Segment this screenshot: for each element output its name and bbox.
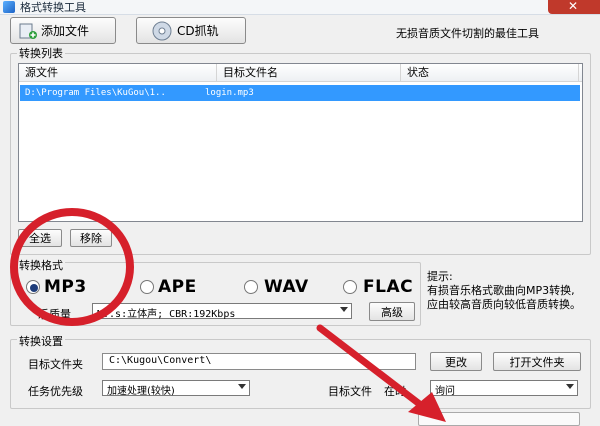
row-source: D:\Program Files\KuGou\1.. xyxy=(25,88,166,98)
radio-selected-dot xyxy=(30,284,38,292)
table-row[interactable]: D:\Program Files\KuGou\1.. login.mp3 xyxy=(20,85,580,101)
priority-value: 加速处理(较快) xyxy=(107,386,175,397)
format-label-wav: WAV xyxy=(264,277,309,297)
app-icon xyxy=(3,1,15,13)
add-file-button[interactable]: 添加文件 xyxy=(10,17,116,44)
add-file-label: 添加文件 xyxy=(41,24,90,38)
quality-value: M..s:立体声; CBR:192Kbps xyxy=(97,309,236,320)
format-radio-wav[interactable]: WAV xyxy=(244,277,334,297)
add-file-icon xyxy=(19,23,37,39)
exists-label-tail: 在时 xyxy=(384,385,406,398)
change-folder-button[interactable]: 更改 xyxy=(430,352,482,371)
target-folder-label: 目标文件夹 xyxy=(28,358,83,371)
settings-group: 转换设置 xyxy=(10,333,591,409)
format-group-title: 转换格式 xyxy=(17,257,65,273)
close-icon: ✕ xyxy=(568,0,579,13)
format-label-mp3: MP3 xyxy=(44,277,87,297)
close-button[interactable]: ✕ xyxy=(548,0,600,14)
settings-group-title: 转换设置 xyxy=(17,333,65,349)
radio-button[interactable] xyxy=(140,280,154,294)
chevron-down-icon xyxy=(566,384,574,389)
list-header: 源文件 目标文件名 状态 xyxy=(19,64,582,82)
window-title: 格式转换工具 xyxy=(20,1,86,14)
priority-label: 任务优先级 xyxy=(28,385,83,398)
format-label-ape: APE xyxy=(158,277,197,297)
select-all-button[interactable]: 全选 xyxy=(18,229,62,247)
format-radio-mp3[interactable]: MP3 xyxy=(26,277,116,297)
column-source[interactable]: 源文件 xyxy=(19,64,217,82)
format-label-flac: FLAC xyxy=(363,277,414,297)
column-status[interactable]: 状态 xyxy=(401,64,579,82)
chevron-down-icon xyxy=(238,384,246,389)
exists-value: 询问 xyxy=(435,386,455,397)
cd-icon xyxy=(152,21,172,41)
target-folder-input[interactable]: C:\Kugou\Convert\ xyxy=(102,353,416,370)
quality-dropdown[interactable]: M..s:立体声; CBR:192Kbps xyxy=(92,303,352,320)
cd-rip-button[interactable]: CD抓轨 xyxy=(136,17,246,44)
file-list[interactable]: 源文件 目标文件名 状态 D:\Program Files\KuGou\1.. … xyxy=(18,63,583,222)
exists-label-head: 目标文件 xyxy=(328,385,372,398)
column-target[interactable]: 目标文件名 xyxy=(217,64,401,82)
radio-button[interactable] xyxy=(26,280,40,294)
radio-button[interactable] xyxy=(343,280,357,294)
chevron-down-icon xyxy=(340,307,348,312)
quality-label: 乐质量 xyxy=(38,308,71,321)
row-target: login.mp3 xyxy=(205,88,254,98)
open-folder-button[interactable]: 打开文件夹 xyxy=(493,352,581,371)
format-radio-ape[interactable]: APE xyxy=(140,277,230,297)
start-convert-button[interactable] xyxy=(418,412,580,426)
remove-button[interactable]: 移除 xyxy=(70,229,112,247)
priority-dropdown[interactable]: 加速处理(较快) xyxy=(102,380,250,397)
target-folder-value: C:\Kugou\Convert\ xyxy=(109,355,212,366)
exists-dropdown[interactable]: 询问 xyxy=(430,380,578,397)
cd-rip-label: CD抓轨 xyxy=(177,24,219,38)
advanced-button[interactable]: 高级 xyxy=(369,302,415,321)
slogan-text: 无损音质文件切割的最佳工具 xyxy=(396,27,539,40)
title-bar: 格式转换工具 ✕ xyxy=(0,0,600,15)
format-radio-flac[interactable]: FLAC xyxy=(343,277,423,297)
exists-label: 目标文件 在时 xyxy=(328,383,406,399)
radio-button[interactable] xyxy=(244,280,258,294)
conversion-list-title: 转换列表 xyxy=(17,45,65,61)
tip-title: 提示: xyxy=(427,270,453,283)
tip-text: 有损音乐格式歌曲向MP3转换,应由较高音质向较低音质转换。 xyxy=(427,284,581,311)
